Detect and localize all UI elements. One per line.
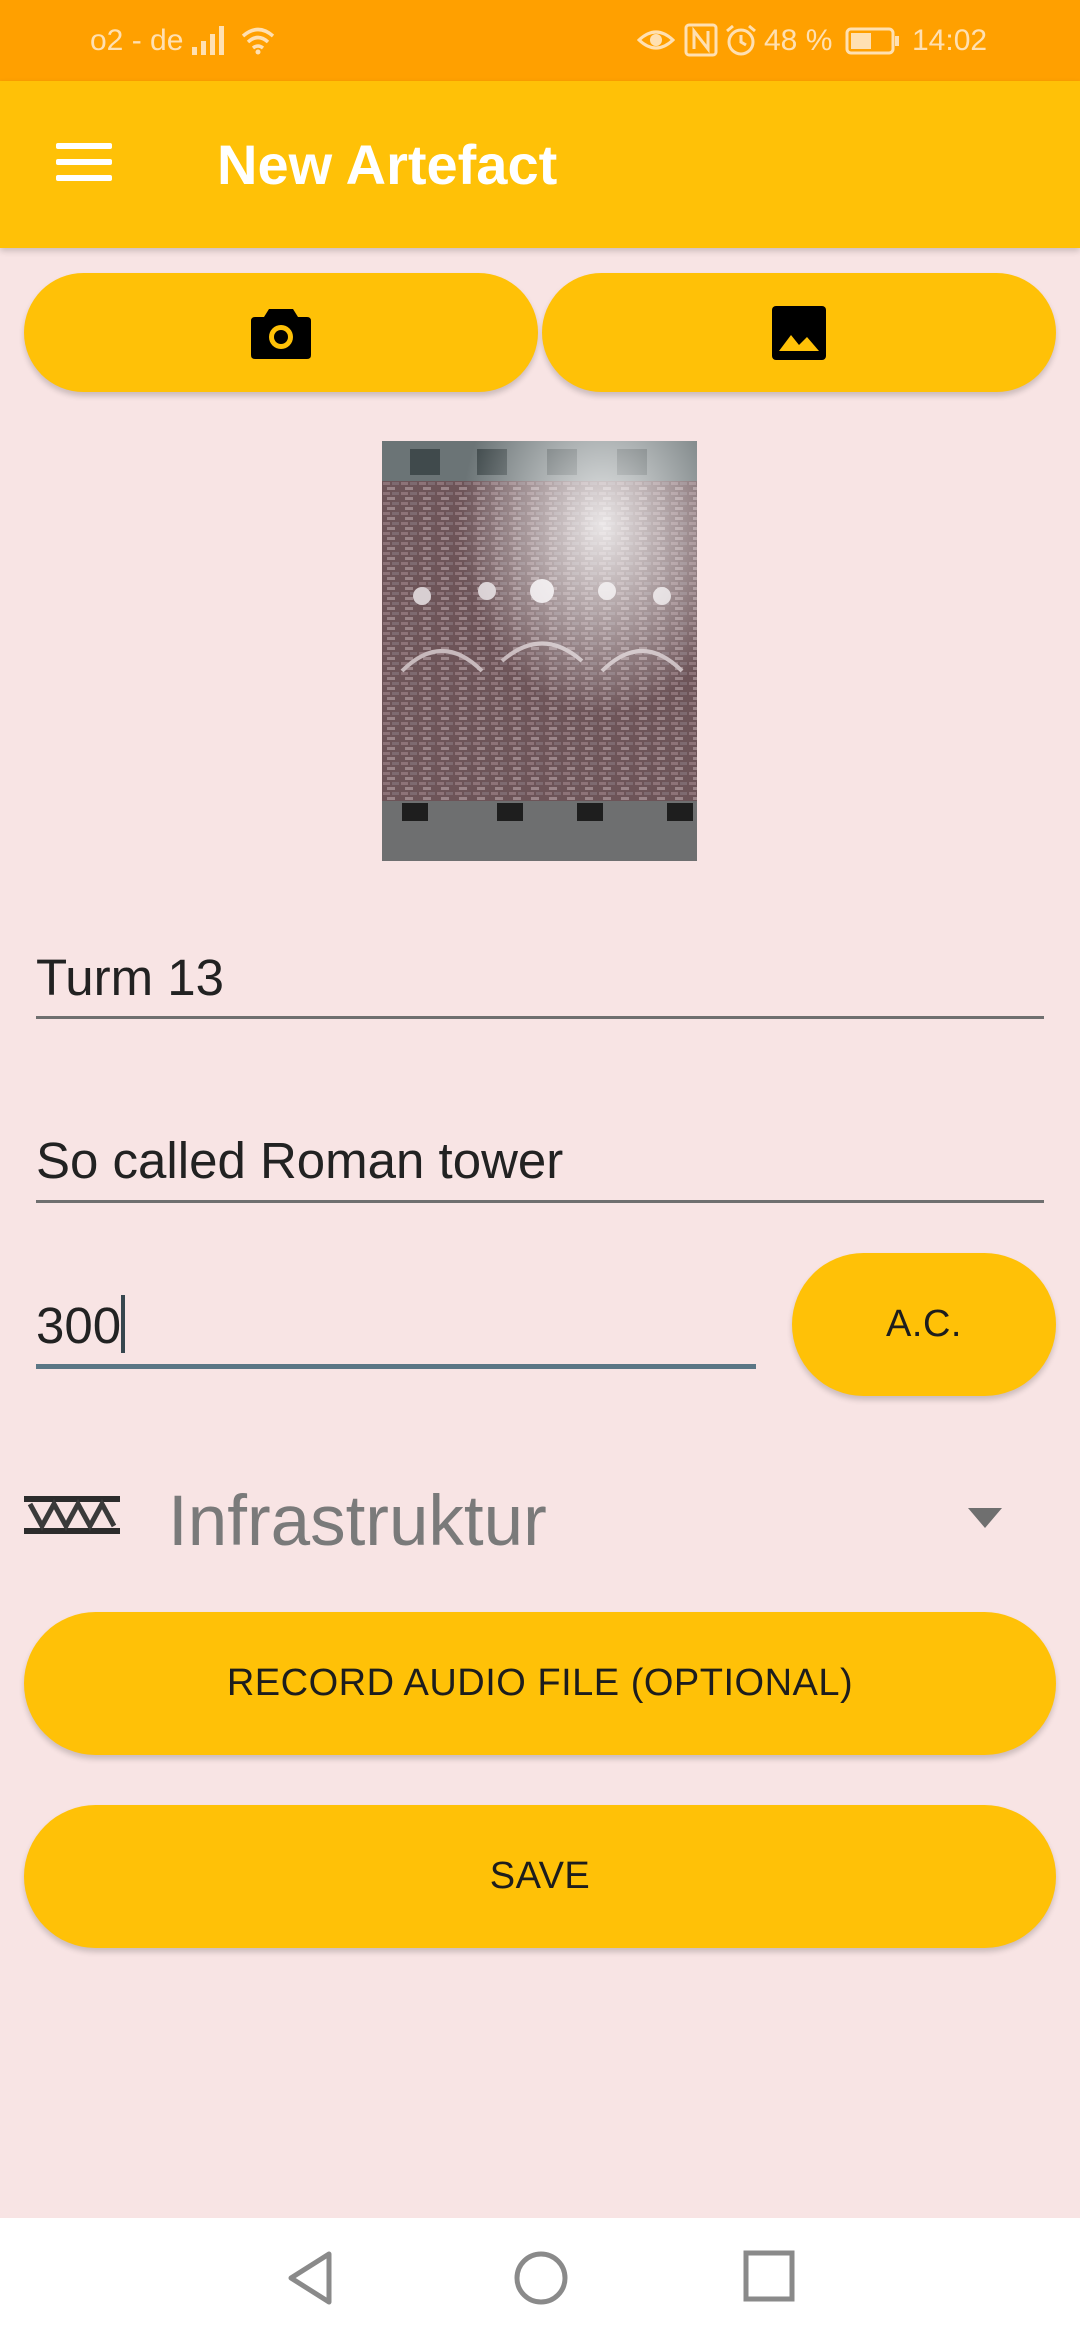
save-button[interactable]: SAVE bbox=[24, 1805, 1056, 1948]
navigation-bar bbox=[0, 2218, 1080, 2340]
clock: 14:02 bbox=[912, 24, 988, 57]
camera-button[interactable] bbox=[24, 273, 538, 392]
carrier-label: o2 - de bbox=[90, 24, 184, 57]
artefact-photo bbox=[382, 441, 697, 861]
page-title: New Artefact bbox=[217, 133, 558, 196]
home-icon[interactable] bbox=[511, 2248, 571, 2308]
name-field-underline bbox=[36, 1016, 1044, 1019]
recents-icon[interactable] bbox=[741, 2248, 797, 2304]
year-field[interactable]: 300 bbox=[36, 1295, 126, 1356]
record-audio-button[interactable]: RECORD AUDIO FILE (OPTIONAL) bbox=[24, 1612, 1056, 1755]
menu-icon-bar bbox=[56, 175, 112, 181]
battery-icon bbox=[845, 27, 899, 55]
app-bar: New Artefact bbox=[0, 81, 1080, 248]
gallery-button[interactable] bbox=[542, 273, 1056, 392]
camera-icon bbox=[251, 308, 311, 359]
menu-icon bbox=[56, 143, 112, 149]
alarm-icon bbox=[726, 24, 756, 56]
era-toggle-button[interactable]: A.C. bbox=[792, 1253, 1056, 1396]
battery-percentage: 48 % bbox=[764, 24, 833, 57]
year-field-underline bbox=[36, 1364, 756, 1369]
description-field-underline bbox=[36, 1200, 1044, 1203]
status-bar: o2 - de 48 % 14:02 bbox=[0, 0, 1080, 81]
signal-icon bbox=[192, 26, 224, 55]
category-icon bbox=[24, 1496, 120, 1534]
menu-icon-bar bbox=[56, 159, 112, 165]
text-cursor bbox=[121, 1295, 126, 1353]
name-field[interactable]: Turm 13 bbox=[36, 948, 224, 1008]
year-value: 300 bbox=[36, 1297, 122, 1354]
eye-icon bbox=[637, 30, 675, 50]
chevron-down-icon[interactable] bbox=[968, 1508, 1002, 1528]
description-field[interactable]: So called Roman tower bbox=[36, 1131, 563, 1191]
nfc-icon bbox=[684, 23, 718, 57]
image-icon bbox=[772, 305, 826, 360]
menu-button[interactable] bbox=[40, 125, 120, 205]
category-spinner[interactable]: Infrastruktur bbox=[168, 1482, 547, 1562]
wifi-icon bbox=[241, 27, 275, 55]
back-icon[interactable] bbox=[283, 2248, 337, 2308]
